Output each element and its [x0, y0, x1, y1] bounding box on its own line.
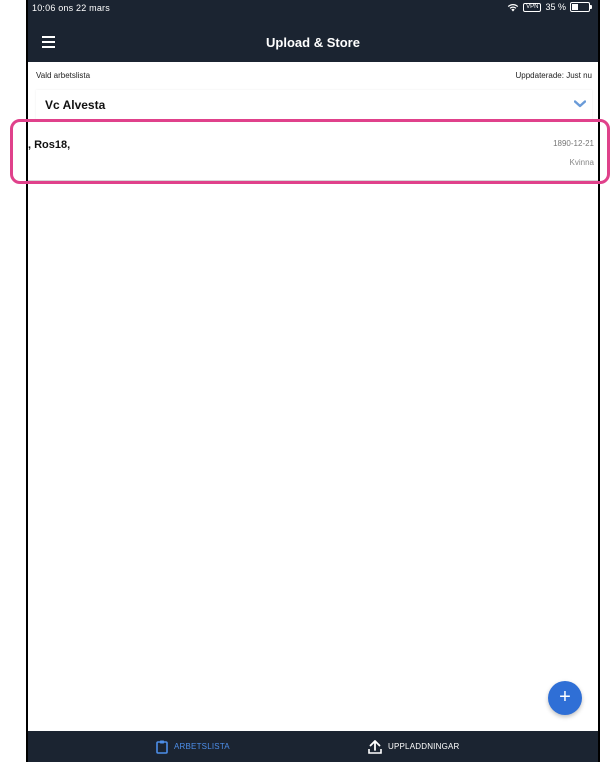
plus-icon: + — [559, 686, 571, 708]
worklist-dropdown[interactable]: Vc Alvesta — [36, 90, 592, 121]
patient-list-item[interactable]: , Ros18, 1890-12-21 Kvinna — [28, 123, 598, 181]
tab-uploads[interactable]: UPPLADDNINGAR — [368, 731, 460, 762]
upload-icon — [368, 739, 382, 754]
status-indicators: VPN 35 % — [507, 2, 592, 12]
add-button[interactable]: + — [548, 681, 582, 715]
app-window: 10:06 ons 22 mars VPN 35 % Upload & Stor… — [26, 0, 600, 762]
chevron-down-icon — [574, 100, 586, 108]
bottom-tab-bar: ARBETSLISTA UPPLADDNINGAR — [28, 731, 598, 762]
wifi-icon — [507, 3, 519, 11]
vpn-icon: VPN — [523, 2, 542, 12]
battery-icon — [570, 2, 592, 12]
patient-birthdate: 1890-12-21 — [553, 139, 594, 148]
patient-name: , Ros18, — [28, 139, 71, 151]
page-title: Upload & Store — [266, 35, 360, 50]
status-time: 10:06 ons 22 mars — [32, 3, 110, 13]
worklist-header: Vald arbetslista Uppdaterade: Just nu — [28, 62, 598, 88]
tab-uploads-label: UPPLADDNINGAR — [388, 742, 460, 751]
top-bar: 10:06 ons 22 mars VPN 35 % Upload & Stor… — [28, 0, 598, 62]
battery-percent: 35 % — [545, 2, 566, 12]
updated-status: Uppdaterade: Just nu — [515, 71, 593, 80]
tab-worklist-label: ARBETSLISTA — [174, 742, 230, 751]
tab-worklist[interactable]: ARBETSLISTA — [156, 731, 230, 762]
worklist-selected-value: Vc Alvesta — [45, 98, 106, 112]
selected-worklist-label: Vald arbetslista — [36, 71, 91, 80]
patient-gender: Kvinna — [569, 158, 594, 167]
clipboard-icon — [156, 740, 168, 754]
